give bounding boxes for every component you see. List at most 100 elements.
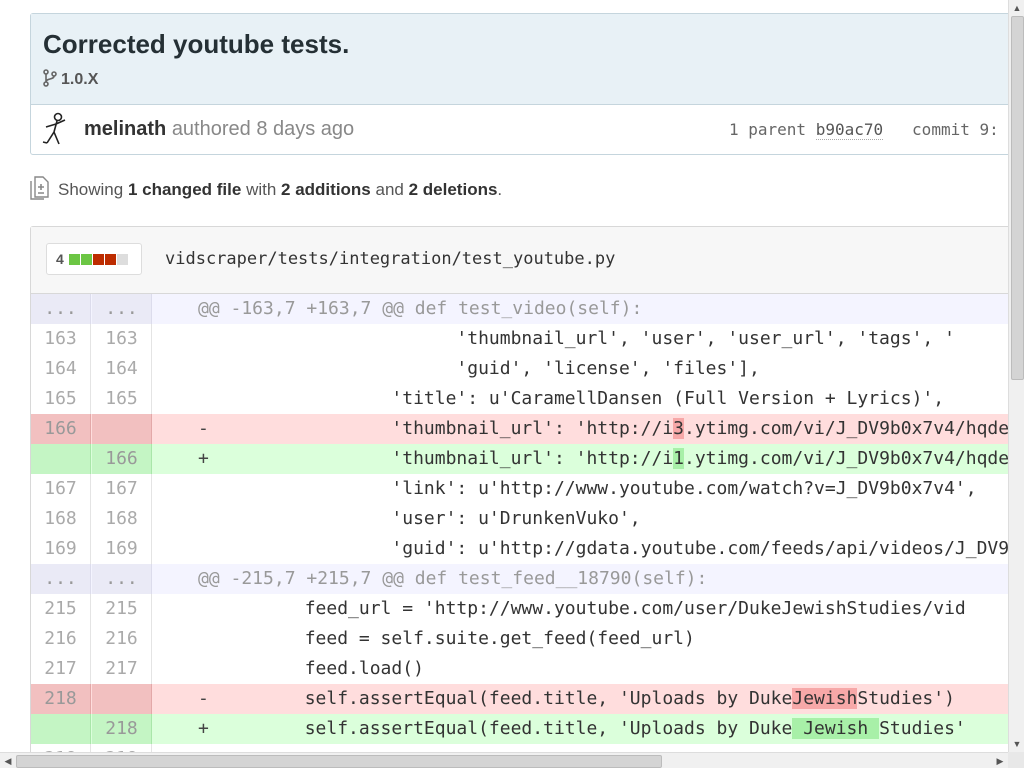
- summary-period: .: [497, 180, 503, 199]
- context-line: 217 217 feed.load(): [31, 654, 1008, 684]
- old-line-number[interactable]: 215: [31, 594, 91, 624]
- old-line-number[interactable]: 218: [31, 684, 91, 714]
- old-line-number[interactable]: ...: [31, 294, 91, 324]
- code-text: self.assertEqual(feed.title, 'Uploads by…: [218, 718, 793, 739]
- old-line-number[interactable]: 167: [31, 474, 91, 504]
- code-text: 'thumbnail_url': 'http://i: [218, 418, 674, 439]
- new-line-number[interactable]: 165: [92, 384, 152, 414]
- context-line: 215 215 feed_url = 'http://www.youtube.co…: [31, 594, 1008, 624]
- file-diff-icon: [30, 176, 49, 200]
- summary-prefix: Showing: [58, 180, 124, 199]
- code-text: .ytimg.com/vi/J_DV9b0x7v4/hqde: [684, 418, 1008, 439]
- code-line: 'thumbnail_url', 'user', 'user_url', 'ta…: [218, 328, 955, 349]
- scroll-left-arrow-icon[interactable]: ◀: [0, 753, 16, 769]
- old-line-number[interactable]: 217: [31, 654, 91, 684]
- code-line: feed_url = 'http://www.youtube.com/user/…: [218, 598, 966, 619]
- diffstat-block: [92, 254, 104, 265]
- new-line-number[interactable]: ...: [92, 294, 152, 324]
- code-text: Studies'): [857, 688, 955, 709]
- new-line-number[interactable]: ...: [92, 564, 152, 594]
- diff-summary: Showing 1 changed file with 2 additions …: [30, 176, 502, 206]
- code-line: 'user': u'DrunkenVuko',: [218, 508, 641, 529]
- code-text: self.assertEqual(feed.title, 'Uploads by…: [218, 688, 793, 709]
- scroll-up-arrow-icon[interactable]: ▲: [1009, 0, 1024, 16]
- horizontal-scroll-thumb[interactable]: [16, 755, 662, 768]
- branch-label[interactable]: 1.0.X: [43, 69, 98, 89]
- old-line-number[interactable]: 164: [31, 354, 91, 384]
- new-line-number[interactable]: 168: [92, 504, 152, 534]
- added-line: 166 + 'thumbnail_url': 'http://i1.ytimg.c…: [31, 444, 1008, 474]
- authored-time: authored 8 days ago: [171, 118, 355, 140]
- file-diff: 4 vidscraper/tests/integration/test_yout…: [30, 226, 1008, 752]
- old-line-number[interactable]: 219: [31, 744, 91, 752]
- branch-name[interactable]: 1.0.X: [61, 71, 98, 88]
- commit-header: Corrected youtube tests. 1.0.X: [31, 14, 1008, 105]
- new-line-number[interactable]: 219: [92, 744, 152, 752]
- vertical-scrollbar[interactable]: ▲ ▼: [1008, 0, 1024, 752]
- diffstat-count: 4: [56, 251, 64, 267]
- context-line: 167 167 'link': u'http://www.youtube.com/…: [31, 474, 1008, 504]
- diffstat-block: [68, 254, 80, 265]
- changed-text-highlight: Jewish: [792, 718, 880, 739]
- hunk-header-row: ...... @@ -215,7 +215,7 @@ def test_feed_…: [31, 564, 1008, 594]
- commit-title: Corrected youtube tests.: [43, 29, 350, 59]
- code-line: @@ -163,7 +163,7 @@ def test_video(self)…: [198, 298, 643, 319]
- deletions-count: 2 deletions: [408, 180, 498, 199]
- code-line: self.assertEqual(feed.title, 'Uploads by…: [218, 684, 955, 714]
- code-line: 'guid': u'http://gdata.youtube.com/feeds…: [218, 538, 1008, 559]
- avatar[interactable]: [41, 112, 71, 146]
- old-line-number[interactable]: 168: [31, 504, 91, 534]
- new-line-number[interactable]: 164: [92, 354, 152, 384]
- old-line-number[interactable]: 166: [31, 414, 91, 444]
- old-line-number[interactable]: [31, 714, 91, 744]
- new-line-number[interactable]: 218: [92, 714, 152, 744]
- code-line: 'thumbnail_url': 'http://i3.ytimg.com/vi…: [218, 414, 1008, 444]
- plus-sign: +: [198, 448, 209, 469]
- old-line-number[interactable]: [31, 444, 91, 474]
- new-line-number[interactable]: 169: [92, 534, 152, 564]
- new-line-number[interactable]: 216: [92, 624, 152, 654]
- commit-meta: melinath authored 8 days ago 1 parent b9…: [31, 104, 1008, 154]
- new-line-number[interactable]: 166: [92, 444, 152, 474]
- changed-files-count[interactable]: 1 changed file: [128, 180, 241, 199]
- new-line-number[interactable]: [92, 684, 152, 714]
- code-line: 'title': u'CaramellDansen (Full Version …: [218, 388, 945, 409]
- vertical-scroll-thumb[interactable]: [1011, 16, 1024, 380]
- parent-sha-link[interactable]: b90ac70: [815, 120, 884, 140]
- code-line: @@ -215,7 +215,7 @@ def test_feed__18790…: [198, 568, 708, 589]
- horizontal-scrollbar[interactable]: ◀ ▶: [0, 752, 1008, 768]
- deleted-line: 218 - self.assertEqual(feed.title, 'Uploa…: [31, 684, 1008, 714]
- scroll-down-arrow-icon[interactable]: ▼: [1009, 736, 1024, 752]
- author-name[interactable]: melinath: [84, 118, 166, 140]
- code-line: feed = self.suite.get_feed(feed_url): [218, 628, 695, 649]
- context-line: 169 169 'guid': u'http://gdata.youtube.co…: [31, 534, 1008, 564]
- context-line: 163 163 'thumbnail_url', 'user', 'user_ur…: [31, 324, 1008, 354]
- minus-sign: -: [198, 688, 209, 709]
- commit-sha: 9:: [979, 120, 999, 139]
- code-line: self.assertEqual(feed.title, 'Uploads by…: [218, 714, 966, 744]
- new-line-number[interactable]: [92, 414, 152, 444]
- old-line-number[interactable]: 169: [31, 534, 91, 564]
- old-line-number[interactable]: 216: [31, 624, 91, 654]
- new-line-number[interactable]: 167: [92, 474, 152, 504]
- hunk-header-row: ...... @@ -163,7 +163,7 @@ def test_video…: [31, 294, 1008, 324]
- changed-text-highlight: 1: [673, 448, 684, 469]
- new-line-number[interactable]: 217: [92, 654, 152, 684]
- file-path[interactable]: vidscraper/tests/integration/test_youtub…: [165, 249, 615, 269]
- scroll-right-arrow-icon[interactable]: ▶: [992, 753, 1008, 769]
- code-text: 'thumbnail_url': 'http://i: [218, 448, 674, 469]
- old-line-number[interactable]: ...: [31, 564, 91, 594]
- parent-label: 1 parent: [729, 120, 807, 139]
- new-line-number[interactable]: 215: [92, 594, 152, 624]
- code-text: Studies': [879, 718, 966, 739]
- old-line-number[interactable]: 165: [31, 384, 91, 414]
- diffstat-block: [80, 254, 92, 265]
- scrollbar-corner: [1008, 752, 1024, 768]
- commit-label: commit: [912, 120, 970, 139]
- plus-sign: +: [198, 718, 209, 739]
- context-line: 164 164 'guid', 'license', 'files'],: [31, 354, 1008, 384]
- old-line-number[interactable]: 163: [31, 324, 91, 354]
- code-text: .ytimg.com/vi/J_DV9b0x7v4/hqde: [684, 448, 1008, 469]
- diff-table: ...... @@ -163,7 +163,7 @@ def test_video…: [31, 294, 1008, 752]
- new-line-number[interactable]: 163: [92, 324, 152, 354]
